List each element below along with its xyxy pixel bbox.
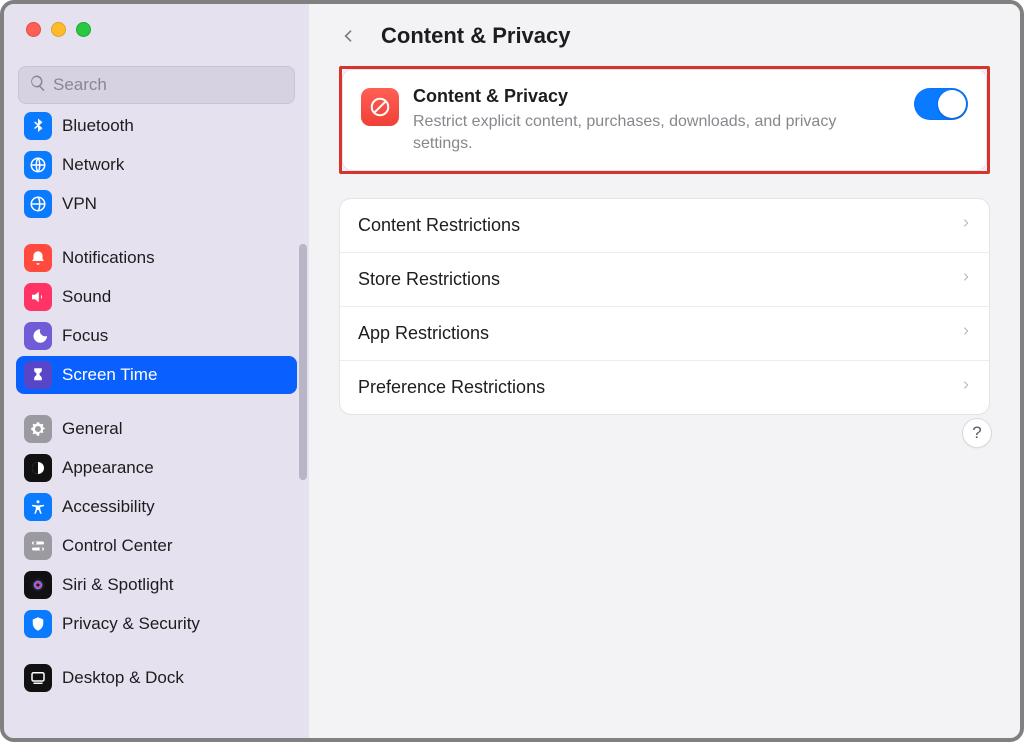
sidebar-item-label: Accessibility xyxy=(62,497,155,517)
sound-icon xyxy=(24,283,52,311)
sidebar-item-label: Desktop & Dock xyxy=(62,668,184,688)
sidebar-item-desktopdock[interactable]: Desktop & Dock xyxy=(16,659,297,697)
sidebar-item-label: Notifications xyxy=(62,248,155,268)
search-container xyxy=(4,56,309,110)
appearance-icon xyxy=(24,454,52,482)
close-window-button[interactable] xyxy=(26,22,41,37)
sidebar-item-label: Bluetooth xyxy=(62,116,134,136)
restrictions-list: Content Restrictions Store Restrictions … xyxy=(339,198,990,415)
sidebar-item-network[interactable]: Network xyxy=(16,146,297,184)
highlighted-section: Content & Privacy Restrict explicit cont… xyxy=(339,66,990,174)
general-icon xyxy=(24,415,52,443)
controlcenter-icon xyxy=(24,532,52,560)
sidebar-item-privacy[interactable]: Privacy & Security xyxy=(16,605,297,643)
content-privacy-toggle-row: Content & Privacy Restrict explicit cont… xyxy=(343,70,986,170)
chevron-right-icon xyxy=(961,215,971,236)
notifications-icon xyxy=(24,244,52,272)
sidebar-item-screentime[interactable]: Screen Time xyxy=(16,356,297,394)
row-content-restrictions[interactable]: Content Restrictions xyxy=(340,199,989,252)
row-app-restrictions[interactable]: App Restrictions xyxy=(340,306,989,360)
chevron-right-icon xyxy=(961,377,971,398)
sidebar-item-label: Sound xyxy=(62,287,111,307)
back-button[interactable] xyxy=(335,22,363,50)
page-title: Content & Privacy xyxy=(381,23,571,49)
sidebar-item-label: Focus xyxy=(62,326,108,346)
sidebar-scrollbar[interactable] xyxy=(299,244,307,480)
content-privacy-description: Restrict explicit content, purchases, do… xyxy=(413,111,873,154)
sidebar-item-label: Screen Time xyxy=(62,365,157,385)
help-button[interactable]: ? xyxy=(962,418,992,448)
sidebar-item-label: General xyxy=(62,419,122,439)
sidebar-item-vpn[interactable]: VPN xyxy=(16,185,297,223)
sidebar-item-label: Privacy & Security xyxy=(62,614,200,634)
sidebar-item-accessibility[interactable]: Accessibility xyxy=(16,488,297,526)
sidebar-item-label: VPN xyxy=(62,194,97,214)
sidebar-item-sound[interactable]: Sound xyxy=(16,278,297,316)
sidebar-item-general[interactable]: General xyxy=(16,410,297,448)
sidebar-item-label: Appearance xyxy=(62,458,154,478)
accessibility-icon xyxy=(24,493,52,521)
main-content: Content & Privacy Content & Privacy Rest… xyxy=(309,4,1020,738)
focus-icon xyxy=(24,322,52,350)
chevron-right-icon xyxy=(961,323,971,344)
sidebar-item-siri[interactable]: Siri & Spotlight xyxy=(16,566,297,604)
siri-icon xyxy=(24,571,52,599)
header: Content & Privacy xyxy=(309,4,1020,66)
search-field[interactable] xyxy=(18,66,295,104)
zoom-window-button[interactable] xyxy=(76,22,91,37)
row-store-restrictions[interactable]: Store Restrictions xyxy=(340,252,989,306)
window-controls xyxy=(4,4,309,56)
sidebar-scroll: Bluetooth Network VPN xyxy=(4,110,309,738)
sidebar-item-label: Network xyxy=(62,155,124,175)
sidebar-item-label: Siri & Spotlight xyxy=(62,575,174,595)
screentime-icon xyxy=(24,361,52,389)
desktopdock-icon xyxy=(24,664,52,692)
content-privacy-title: Content & Privacy xyxy=(413,86,900,107)
row-preference-restrictions[interactable]: Preference Restrictions xyxy=(340,360,989,414)
content-privacy-icon xyxy=(361,88,399,126)
vpn-icon xyxy=(24,190,52,218)
content-privacy-toggle[interactable] xyxy=(914,88,968,120)
bluetooth-icon xyxy=(24,112,52,140)
sidebar-item-focus[interactable]: Focus xyxy=(16,317,297,355)
row-label: Store Restrictions xyxy=(358,269,500,290)
row-label: Preference Restrictions xyxy=(358,377,545,398)
settings-window: Bluetooth Network VPN xyxy=(0,0,1024,742)
row-label: Content Restrictions xyxy=(358,215,520,236)
sidebar-item-appearance[interactable]: Appearance xyxy=(16,449,297,487)
sidebar: Bluetooth Network VPN xyxy=(4,4,309,738)
network-icon xyxy=(24,151,52,179)
sidebar-item-label: Control Center xyxy=(62,536,173,556)
chevron-right-icon xyxy=(961,269,971,290)
search-input[interactable] xyxy=(53,75,284,95)
privacy-icon xyxy=(24,610,52,638)
sidebar-item-controlcenter[interactable]: Control Center xyxy=(16,527,297,565)
search-icon xyxy=(29,74,47,97)
minimize-window-button[interactable] xyxy=(51,22,66,37)
sidebar-item-notifications[interactable]: Notifications xyxy=(16,239,297,277)
sidebar-item-bluetooth[interactable]: Bluetooth xyxy=(16,110,297,145)
row-label: App Restrictions xyxy=(358,323,489,344)
